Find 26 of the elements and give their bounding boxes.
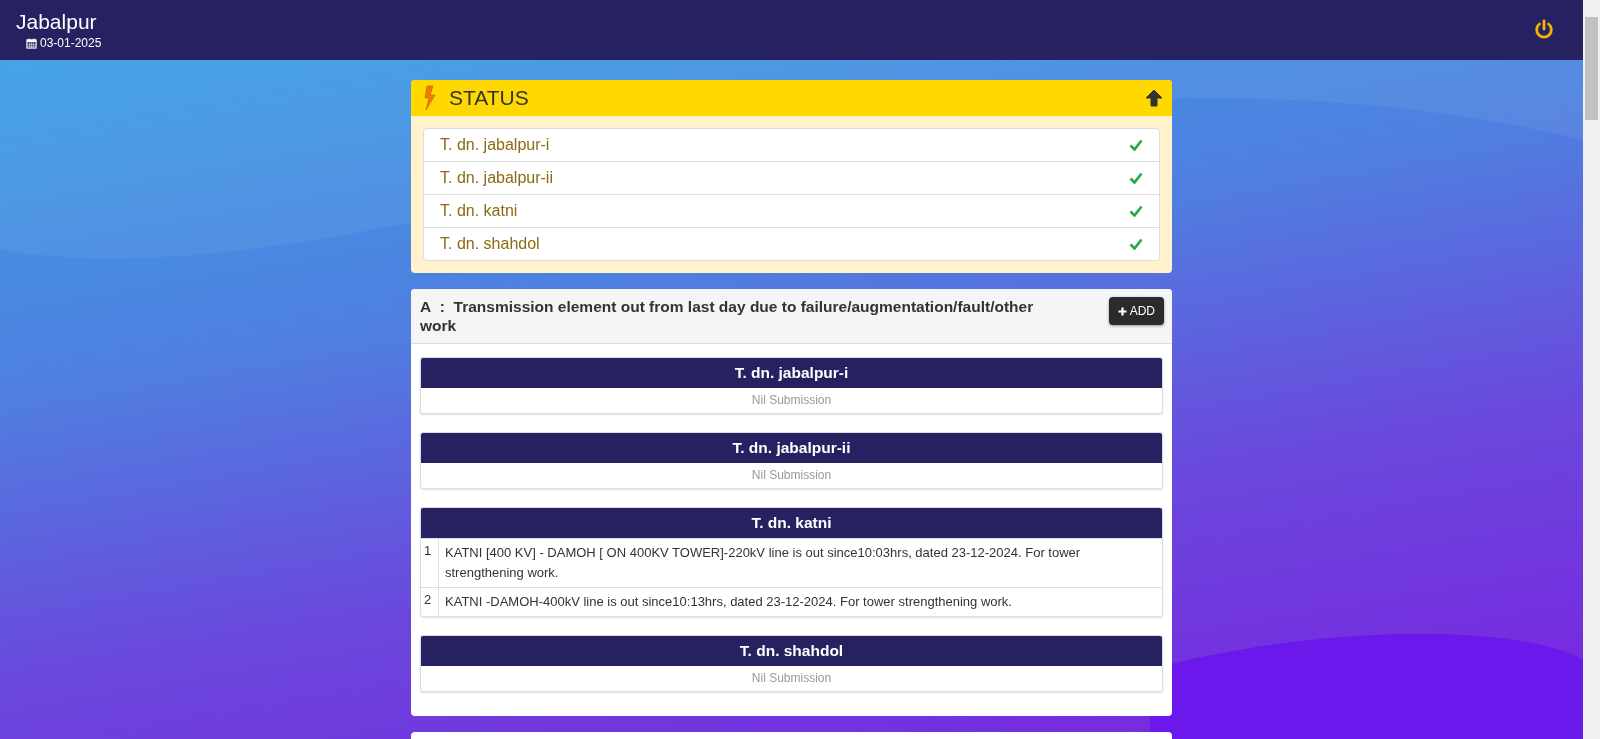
app-title: Jabalpur	[16, 10, 98, 34]
nil-message: Nil Submission	[750, 392, 833, 409]
status-item-name: T. dn. shahdol	[440, 235, 540, 253]
scrollbar[interactable]	[1583, 0, 1600, 739]
status-item-name: T. dn. katni	[440, 202, 518, 220]
division-header: T. dn. katni	[421, 508, 1162, 538]
date-text: 03-01-2025	[40, 36, 102, 50]
status-item-name: T. dn. jabalpur-i	[440, 136, 550, 154]
plus-icon	[1117, 306, 1127, 316]
row-number: 2	[421, 588, 439, 616]
calendar-icon	[26, 37, 37, 49]
nil-message: Nil Submission	[750, 467, 833, 484]
arrow-up-icon[interactable]	[1144, 88, 1164, 108]
add-button[interactable]: ADD	[1108, 297, 1164, 325]
division-header: T. dn. jabalpur-ii	[421, 433, 1162, 463]
division-header: T. dn. jabalpur-i	[421, 358, 1162, 388]
nil-message: Nil Submission	[750, 670, 833, 687]
lightning-icon	[423, 85, 437, 111]
division-header: T. dn. shahdol	[421, 636, 1162, 666]
row-text: KATNI [400 KV] - DAMOH [ ON 400KV TOWER]-220kV line is out since10:03hrs, dated 23-12-2024. For tower strengthening work.	[444, 544, 1082, 582]
section-title: A : Transmission element out from last day due to failure/augmentation/fault/other work	[420, 297, 1035, 335]
row-text: KATNI -DAMOH-400kV line is out since10:13hrs, dated 23-12-2024. For tower strengthening work.	[444, 593, 1013, 611]
status-item-name: T. dn. jabalpur-ii	[440, 169, 553, 187]
power-icon[interactable]	[1533, 19, 1555, 41]
status-title: STATUS	[449, 86, 530, 110]
row-number: 1	[421, 539, 439, 587]
